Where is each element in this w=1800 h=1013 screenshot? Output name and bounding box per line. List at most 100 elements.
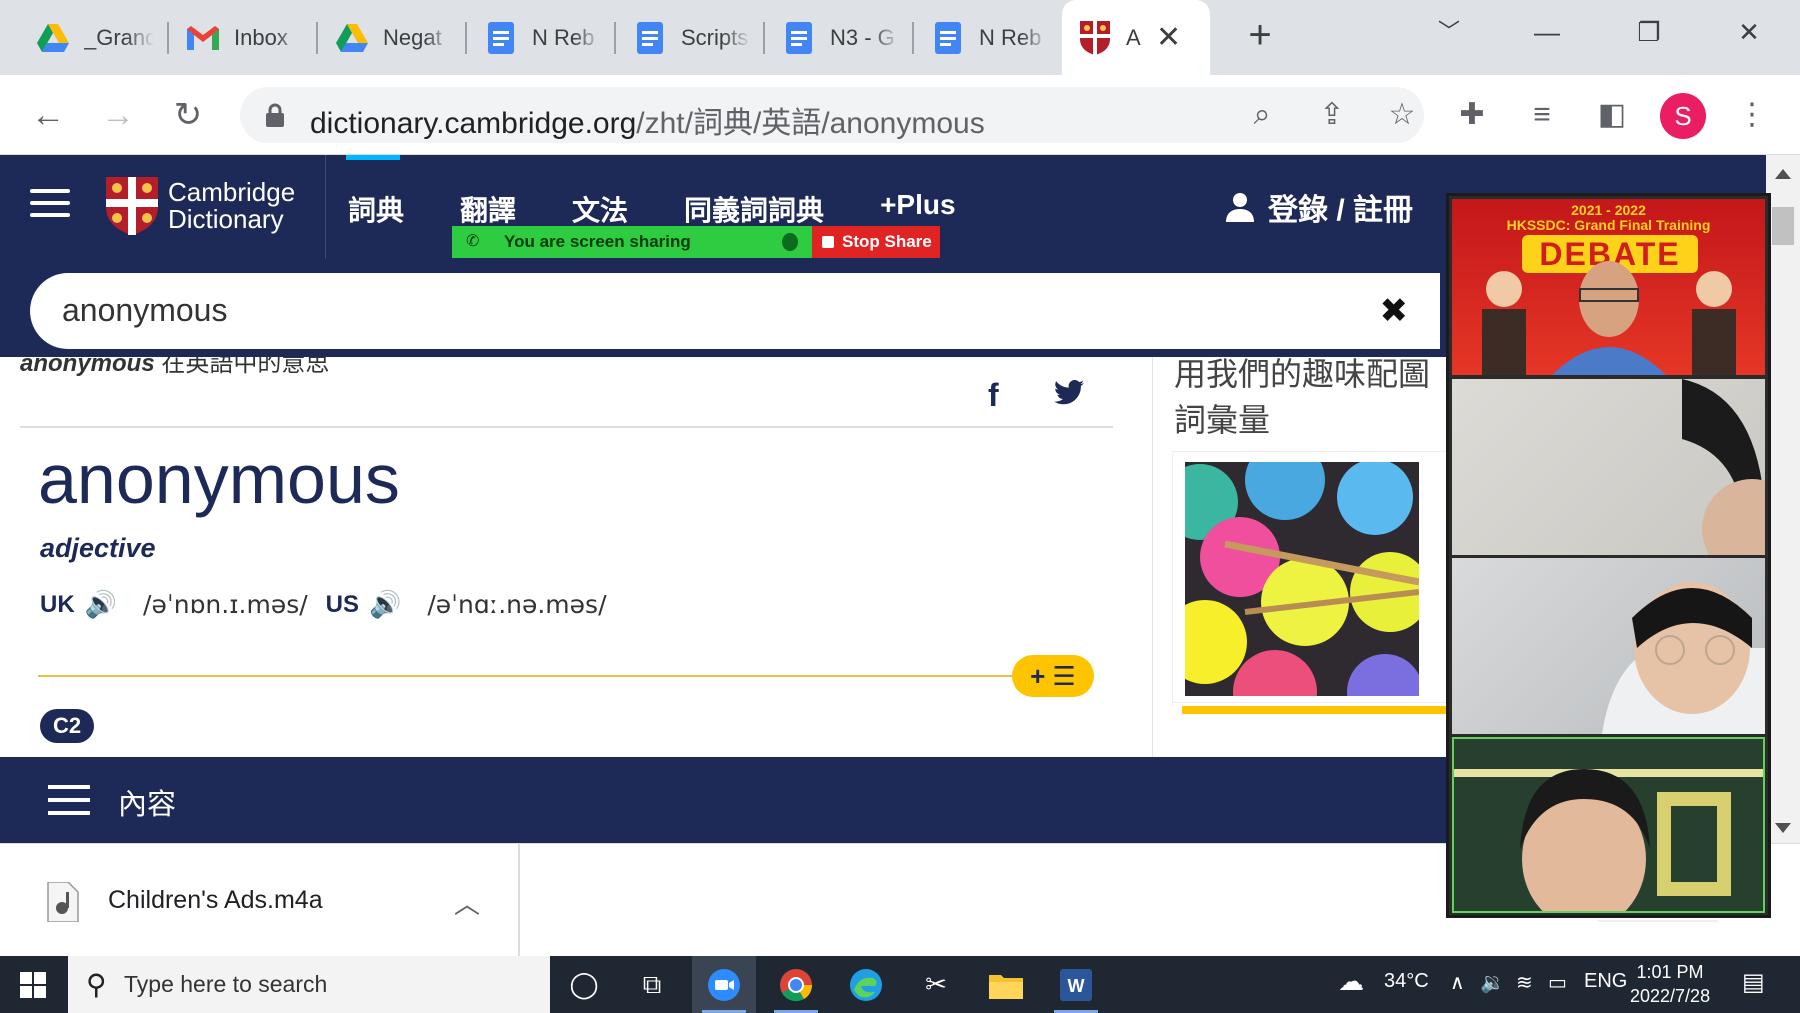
us-speaker-icon[interactable]: 🔊 bbox=[369, 589, 401, 620]
share-status: ✆ You are screen sharing bbox=[452, 226, 812, 258]
nav-dictionary[interactable]: 詞典 bbox=[348, 189, 404, 229]
add-to-wordlist-button[interactable]: + ☰ bbox=[1012, 655, 1094, 697]
zoom-icon[interactable]: ⌕ bbox=[1240, 93, 1284, 137]
battery-icon[interactable]: ▭ bbox=[1548, 970, 1567, 995]
video-tile-participant-active[interactable] bbox=[1452, 737, 1765, 913]
chrome-app-icon[interactable] bbox=[764, 956, 828, 1013]
facebook-icon[interactable]: f bbox=[988, 377, 999, 414]
forward-arrow-icon[interactable]: → bbox=[96, 93, 140, 137]
scroll-down-arrow-icon[interactable] bbox=[1775, 823, 1791, 833]
browser-tab[interactable]: Scripts bbox=[617, 10, 752, 65]
browser-tab[interactable]: N Reb bbox=[915, 10, 1050, 65]
nav-plus[interactable]: +Plus bbox=[880, 189, 955, 229]
clear-search-icon[interactable]: ✖ bbox=[1380, 291, 1409, 331]
video-tile-participant[interactable] bbox=[1452, 558, 1765, 734]
browser-tab-strip: _Grand Inbox Negat N Reb Scripts N3 - G … bbox=[0, 0, 1800, 75]
tab-label: Scripts bbox=[681, 24, 749, 50]
browser-tab-active[interactable]: A ✕ bbox=[1062, 0, 1210, 75]
taskbar-search-input[interactable]: ⚲ Type here to search bbox=[68, 956, 550, 1013]
scroll-up-arrow-icon[interactable] bbox=[1775, 169, 1791, 179]
entry-separator bbox=[38, 675, 1078, 677]
login-link[interactable]: 登錄 / 註冊 bbox=[1226, 185, 1413, 229]
word-app-icon[interactable]: W bbox=[1044, 956, 1108, 1013]
back-arrow-icon[interactable]: ← bbox=[26, 93, 70, 137]
paint-palette-image bbox=[1185, 462, 1419, 696]
download-item[interactable]: Children's Ads.m4a ︿ bbox=[0, 844, 520, 957]
cortana-icon[interactable]: ◯ bbox=[552, 956, 616, 1013]
nav-grammar[interactable]: 文法 bbox=[572, 189, 628, 229]
extensions-puzzle-icon[interactable]: ✚ bbox=[1450, 93, 1494, 137]
google-drive-icon bbox=[335, 21, 369, 55]
scroll-thumb[interactable] bbox=[1772, 207, 1794, 245]
url-path: /zht/詞典/英語/anonymous bbox=[636, 107, 985, 140]
file-explorer-icon[interactable] bbox=[974, 956, 1038, 1013]
restore-icon[interactable]: ❐ bbox=[1624, 12, 1674, 52]
google-docs-icon bbox=[782, 21, 816, 55]
tab-search-icon[interactable]: ﹀ bbox=[1424, 12, 1474, 52]
uk-ipa: /əˈnɒn.ɪ.məs/ bbox=[143, 590, 308, 619]
url-host: dictionary.cambridge.org bbox=[310, 107, 637, 140]
nav-translate[interactable]: 翻譯 bbox=[460, 189, 516, 229]
promo-card[interactable] bbox=[1172, 451, 1452, 703]
volume-icon[interactable]: 🔉 bbox=[1480, 970, 1505, 995]
clock-time: 1:01 PM bbox=[1636, 962, 1704, 982]
part-of-speech: adjective bbox=[40, 533, 156, 563]
browser-tab[interactable]: Inbox bbox=[170, 10, 305, 65]
side-panel-icon[interactable]: ◧ bbox=[1590, 93, 1634, 137]
language-indicator[interactable]: ENG bbox=[1584, 970, 1627, 993]
windows-start-icon[interactable] bbox=[20, 972, 46, 998]
logo-line-2: Dictionary bbox=[168, 204, 284, 234]
stop-share-button[interactable]: Stop Share bbox=[812, 226, 940, 258]
chevron-up-icon[interactable]: ∧ bbox=[1450, 970, 1465, 995]
share-icon[interactable]: ⇪ bbox=[1310, 93, 1354, 137]
page-scrollbar[interactable] bbox=[1766, 155, 1800, 843]
search-input[interactable]: anonymous ✖ bbox=[30, 273, 1440, 349]
windows-taskbar: ⚲ Type here to search ◯ ⧉ ✂ W ☁ 34°C ∧ 🔉… bbox=[0, 956, 1800, 1013]
media-control-icon[interactable]: ≡ bbox=[1520, 93, 1564, 137]
tab-separator bbox=[763, 22, 765, 54]
google-drive-icon bbox=[36, 21, 70, 55]
close-window-icon[interactable]: ✕ bbox=[1724, 12, 1774, 52]
zoom-app-icon[interactable] bbox=[692, 956, 756, 1013]
address-bar[interactable]: dictionary.cambridge.org/zht/詞典/英語/anony… bbox=[240, 87, 1424, 143]
show-all-downloads[interactable] bbox=[1598, 920, 1718, 922]
nav-thesaurus[interactable]: 同義詞詞典 bbox=[684, 189, 824, 229]
chevron-up-icon[interactable]: ︿ bbox=[454, 884, 480, 921]
svg-text:W: W bbox=[1068, 976, 1085, 996]
weather-icon[interactable]: ☁ bbox=[1338, 966, 1364, 997]
hamburger-menu-icon[interactable] bbox=[30, 189, 70, 217]
cambridge-logo[interactable]: Cambridge Dictionary bbox=[106, 177, 295, 235]
contents-label: 內容 bbox=[118, 789, 177, 821]
tab-separator bbox=[465, 22, 467, 54]
weather-temperature[interactable]: 34°C bbox=[1384, 970, 1429, 993]
clock[interactable]: 1:01 PM 2022/7/28 bbox=[1630, 960, 1710, 1008]
new-tab-button[interactable]: + bbox=[1240, 15, 1280, 56]
twitter-icon[interactable] bbox=[1054, 377, 1084, 414]
profile-avatar[interactable]: S bbox=[1660, 93, 1706, 139]
reload-icon[interactable]: ↻ bbox=[166, 93, 210, 137]
wifi-icon[interactable]: ≋ bbox=[1516, 970, 1533, 995]
browser-tab[interactable]: N3 - G bbox=[766, 10, 901, 65]
video-tile-host[interactable]: 2021 - 2022 HKSSDC: Grand Final Training… bbox=[1452, 199, 1765, 375]
notification-icon[interactable]: ▤ bbox=[1742, 968, 1765, 997]
more-menu-icon[interactable]: ⋮ bbox=[1730, 93, 1774, 137]
browser-tab[interactable]: N Reb bbox=[468, 10, 603, 65]
browser-tab[interactable]: Negat bbox=[319, 10, 454, 65]
lock-icon[interactable] bbox=[264, 103, 286, 127]
edge-app-icon[interactable] bbox=[834, 956, 898, 1013]
participant-video-feed bbox=[1454, 769, 1763, 911]
headword: anonymous bbox=[38, 440, 400, 518]
browser-tab[interactable]: _Grand bbox=[20, 10, 155, 65]
minimize-icon[interactable]: — bbox=[1522, 12, 1572, 52]
video-tile-participant[interactable] bbox=[1452, 379, 1765, 555]
nav-active-indicator bbox=[346, 155, 400, 160]
uk-speaker-icon[interactable]: 🔊 bbox=[85, 589, 117, 620]
logo-line-1: Cambridge bbox=[168, 177, 296, 207]
gmail-icon bbox=[186, 21, 220, 55]
contents-menu-icon[interactable] bbox=[48, 785, 90, 824]
snipping-tool-icon[interactable]: ✂ bbox=[904, 956, 968, 1013]
close-tab-icon[interactable]: ✕ bbox=[1156, 20, 1181, 55]
task-view-icon[interactable]: ⧉ bbox=[620, 956, 684, 1013]
sidebar-divider bbox=[1152, 357, 1153, 757]
bookmark-star-icon[interactable]: ☆ bbox=[1380, 93, 1424, 137]
